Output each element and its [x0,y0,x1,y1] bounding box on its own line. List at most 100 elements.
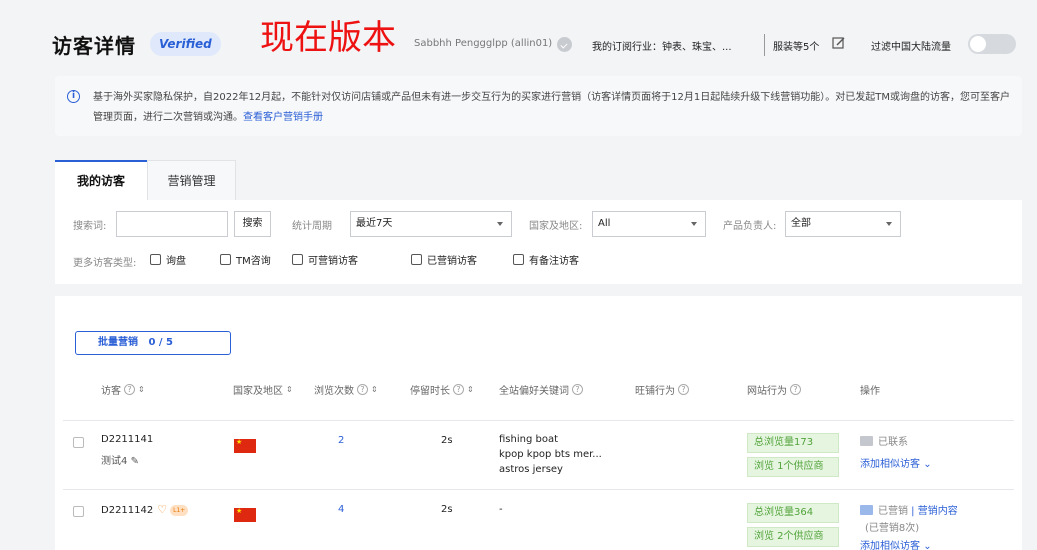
checkbox-tm[interactable]: TM咨询 [220,252,271,267]
more-types-label: 更多访客类型: [73,258,137,269]
sort-icon[interactable]: ⇕ [286,385,293,394]
chevron-down-icon [691,222,697,226]
chevron-down-icon [886,222,892,226]
note-text: 测试4 [101,456,128,467]
filter-china-label: 过滤中国大陆流量 [871,42,951,53]
pencil-icon[interactable]: ✎ [131,456,139,467]
checkbox-label: 询盘 [166,256,186,267]
view-count[interactable]: 2 [338,435,344,446]
marketing-manual-link[interactable]: 查看客户营销手册 [243,112,323,123]
status-marketed: 已营销 | 营销内容 [860,502,958,517]
help-icon[interactable]: ? [453,384,464,395]
filter-panel: 我的访客 营销管理 搜索词: 搜索 统计周期 最近7天 国家及地区: All 产… [55,160,1022,284]
keyword: astros jersey [499,464,563,475]
total-views-tag[interactable]: 总浏览量173 [747,433,839,453]
divider [764,34,765,56]
suppliers-tag[interactable]: 浏览 1个供应商 [747,457,839,477]
search-button[interactable]: 搜索 [234,211,271,237]
stay-duration: 2s [441,504,453,515]
privacy-notice: i 基于海外买家隐私保护，自2022年12月起，不能针对仅访问店铺或产品但未有进… [55,76,1022,136]
add-similar-visitors-link[interactable]: 添加相似访客 ⌄ [860,455,932,470]
marketing-content-link[interactable]: 营销内容 [918,506,958,517]
column-label: 浏览次数 [314,386,354,397]
row-divider [63,420,1014,421]
sort-icon[interactable]: ⇕ [467,385,474,394]
chevron-down-icon: ⌄ [923,541,932,550]
checkbox-marketed[interactable]: 已营销访客 [411,252,477,267]
notice-body: 基于海外买家隐私保护，自2022年12月起，不能针对仅访问店铺或产品但未有进一步… [93,92,1010,123]
sort-icon[interactable]: ⇕ [138,385,145,394]
column-country[interactable]: 国家及地区 ⇕ [233,382,293,397]
version-label: 现在版本 [260,18,396,58]
checkbox-label: 已营销访客 [427,256,477,267]
batch-count: 0 / 5 [148,337,173,348]
checkbox-box [150,254,161,265]
sort-icon[interactable]: ⇕ [371,385,378,394]
tabs: 我的访客 营销管理 [55,160,1022,200]
subscribed-industry[interactable]: 我的订阅行业：钟表、珠宝、... [592,38,732,53]
page-title: 访客详情 [52,34,136,58]
column-visitor[interactable]: 访客? ⇕ [101,382,145,397]
china-flag-icon [234,438,256,453]
column-label: 全站偏好关键词 [499,386,569,397]
checkbox-marketable[interactable]: 可营销访客 [292,252,358,267]
owner-value: 全部 [791,218,811,229]
info-icon: i [67,90,80,103]
help-icon[interactable]: ? [357,384,368,395]
tab-my-visitors[interactable]: 我的访客 [55,160,147,200]
status-text: 已营销 [878,506,908,517]
account-name: Sabbhh Penggglpp (allin01) [414,38,553,49]
country-select[interactable]: All [592,211,706,237]
stay-duration: 2s [441,435,453,446]
mail-check-icon [860,505,873,515]
heart-icon: ♡ [157,503,168,516]
column-views[interactable]: 浏览次数? ⇕ [314,382,378,397]
column-label: 网站行为 [747,386,787,397]
checkbox-box [292,254,303,265]
filter-china-toggle[interactable] [968,34,1016,54]
checkbox-box [411,254,422,265]
column-duration[interactable]: 停留时长? ⇕ [410,382,474,397]
mail-icon [860,436,873,446]
china-flag-icon [234,507,256,522]
checkbox-inquiry[interactable]: 询盘 [150,252,186,267]
period-value: 最近7天 [356,218,393,229]
column-label: 操作 [860,386,880,397]
help-icon[interactable]: ? [572,384,583,395]
row-checkbox[interactable] [73,506,84,517]
total-views-tag[interactable]: 总浏览量364 [747,503,839,523]
column-actions: 操作 [860,382,880,397]
account-check-icon[interactable] [557,37,572,52]
keyword: - [499,504,503,515]
visitor-id[interactable]: D2211142 ♡ L1+ [101,503,189,516]
column-label: 旺铺行为 [635,386,675,397]
apparel-count[interactable]: 服装等5个 [773,38,819,53]
suppliers-tag[interactable]: 浏览 2个供应商 [747,527,839,547]
separator: | [908,506,918,517]
visitor-note: 测试4 ✎ [101,452,139,467]
period-select[interactable]: 最近7天 [350,211,512,237]
chevron-down-icon [497,222,503,226]
tab-marketing[interactable]: 营销管理 [147,160,236,200]
action-text: 添加相似访客 [860,541,920,550]
add-similar-visitors-link[interactable]: 添加相似访客 ⌄ [860,537,932,550]
visitor-id[interactable]: D2211141 [101,434,153,445]
owner-select[interactable]: 全部 [785,211,901,237]
verified-badge: Verified [150,32,221,56]
search-input[interactable] [116,211,228,237]
help-icon[interactable]: ? [124,384,135,395]
view-count[interactable]: 4 [338,504,344,515]
edit-icon[interactable] [832,36,846,50]
help-icon[interactable]: ? [790,384,801,395]
keyword: fishing boat [499,434,559,445]
checkbox-noted[interactable]: 有备注访客 [513,252,579,267]
visitor-list: 批量营销 0 / 5 访客? ⇕ 国家及地区 ⇕ 浏览次数? ⇕ 停留时长? ⇕ 全站偏… [55,296,1022,550]
batch-marketing-button[interactable]: 批量营销 0 / 5 [75,331,231,355]
marketed-count: (已营销8次) [865,523,920,534]
row-checkbox[interactable] [73,437,84,448]
column-label: 访客 [101,386,121,397]
visitor-id-text: D2211142 [101,505,154,516]
help-icon[interactable]: ? [678,384,689,395]
search-label: 搜索词: [73,221,107,232]
column-store-behavior: 旺铺行为? [635,382,689,397]
